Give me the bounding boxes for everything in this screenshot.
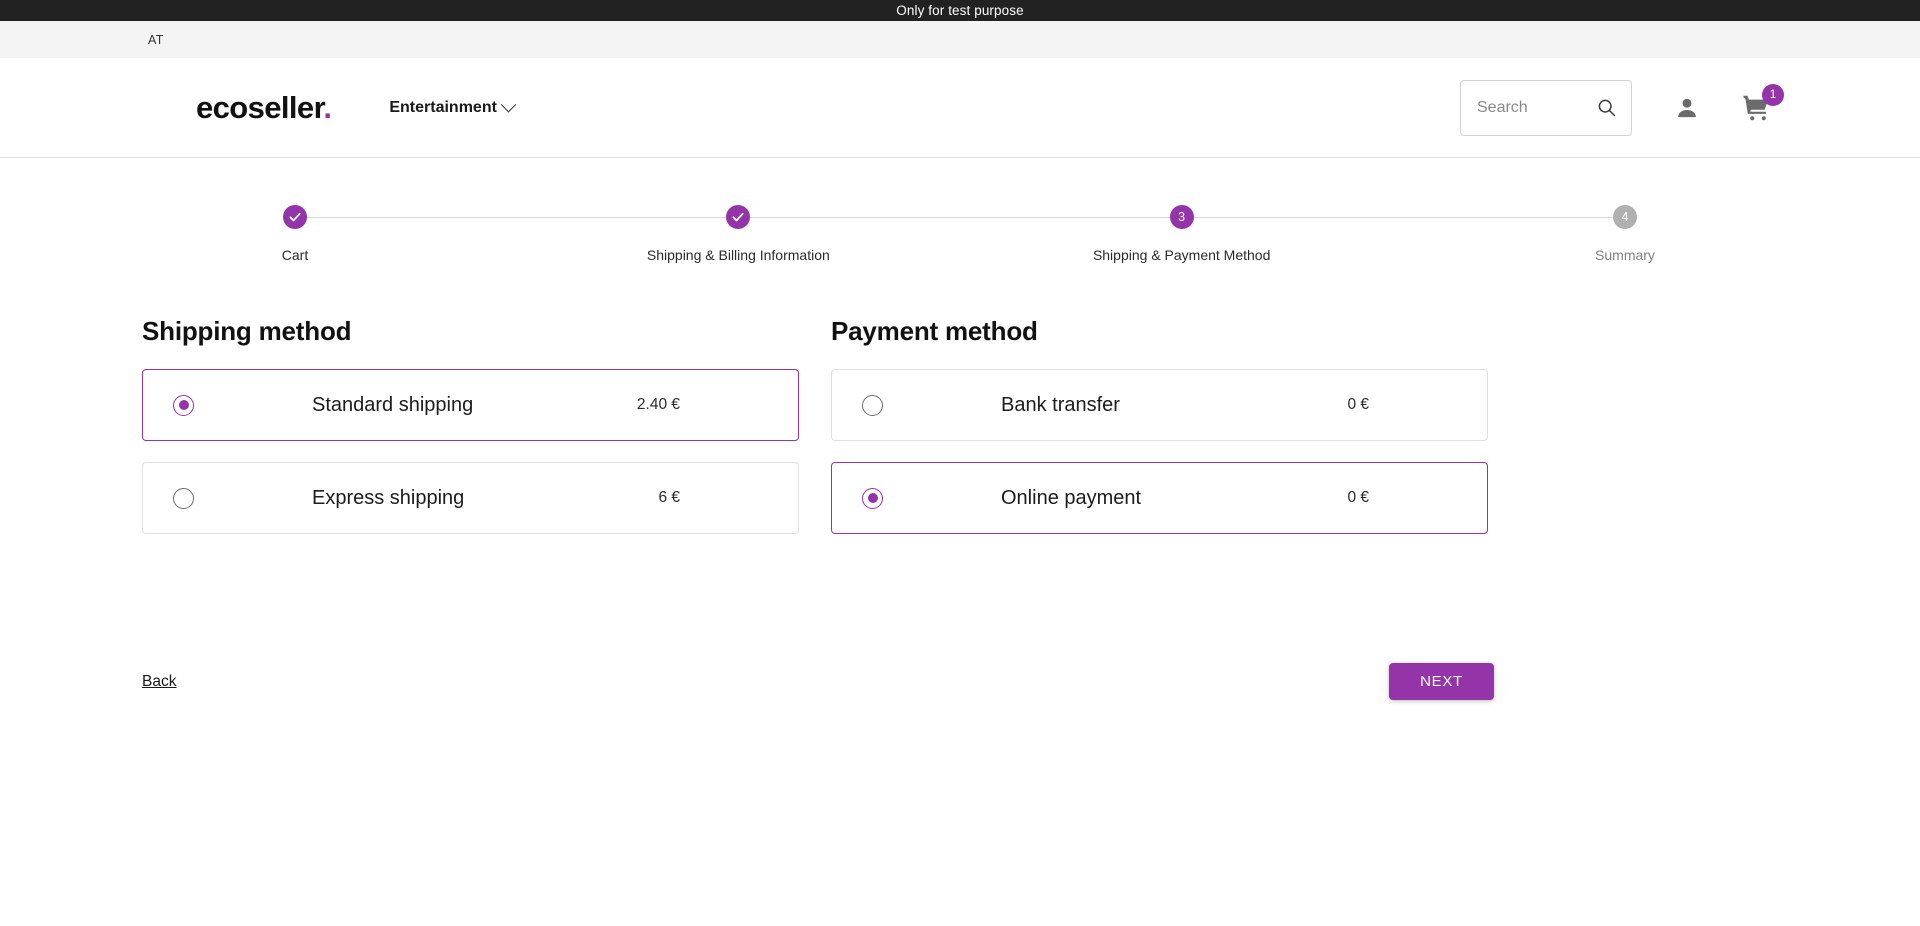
- check-icon: [732, 212, 744, 222]
- payment-option-price: 0 €: [1347, 489, 1369, 506]
- stepper-label-cart: Cart: [281, 247, 309, 263]
- shipping-method-title: Shipping method: [142, 316, 352, 346]
- checkout-stepper: Cart Shipping & Billing Information 3 Sh…: [0, 205, 1920, 263]
- stepper-connector: [1181, 217, 1625, 218]
- shipping-option-express[interactable]: Express shipping 6 €: [142, 462, 799, 534]
- shipping-option-price: 2.40 €: [636, 396, 680, 413]
- payment-option-bank-transfer[interactable]: Bank transfer 0 €: [831, 369, 1488, 441]
- nav-category-label: Entertainment: [389, 98, 497, 116]
- payment-method-title: Payment method: [831, 316, 1038, 346]
- stepper-marker-active: 3: [1169, 205, 1194, 229]
- nav-category-entertainment[interactable]: Entertainment: [389, 96, 517, 117]
- shipping-option-price: 6 €: [658, 489, 680, 506]
- stepper-connector: [295, 217, 739, 218]
- test-banner-text: Only for test purpose: [896, 3, 1024, 18]
- stepper-label-shipping-payment: Shipping & Payment Method: [1092, 247, 1271, 263]
- shipping-option-standard[interactable]: Standard shipping 2.40 €: [142, 369, 799, 441]
- logo-dot: .: [323, 89, 332, 125]
- back-link[interactable]: Back: [142, 673, 176, 691]
- search-input[interactable]: [1477, 98, 1596, 117]
- payment-option-label: Bank transfer: [1001, 393, 1120, 416]
- stepper-marker-upcoming: 4: [1612, 205, 1637, 229]
- stepper-marker-complete: [283, 205, 307, 229]
- checkout-actions: Back NEXT: [0, 663, 1920, 700]
- region-code[interactable]: AT: [148, 33, 164, 47]
- radio-icon[interactable]: [862, 487, 883, 509]
- payment-option-label: Online payment: [1001, 486, 1142, 509]
- cart-count-badge: 1: [1762, 83, 1784, 106]
- shipping-option-label: Express shipping: [312, 486, 465, 509]
- check-icon: [289, 212, 301, 222]
- header-actions: 1: [1460, 79, 1784, 136]
- next-button[interactable]: NEXT: [1389, 663, 1494, 700]
- stepper-connector: [738, 217, 1182, 218]
- radio-icon[interactable]: [173, 394, 194, 416]
- radio-icon[interactable]: [862, 394, 883, 416]
- test-purpose-banner: Only for test purpose: [0, 0, 1920, 21]
- region-strip: AT: [0, 21, 1920, 58]
- payment-option-price: 0 €: [1347, 396, 1369, 413]
- site-logo[interactable]: ecoseller.: [196, 89, 332, 126]
- site-header: ecoseller. Entertainment 1: [0, 58, 1920, 158]
- logo-text: ecoseller: [196, 89, 324, 125]
- checkout-content: Shipping method Standard shipping 2.40 €…: [0, 316, 1920, 555]
- person-icon[interactable]: [1674, 95, 1700, 121]
- payment-method-section: Payment method Bank transfer 0 € Online …: [831, 316, 1488, 555]
- shipping-method-section: Shipping method Standard shipping 2.40 €…: [142, 316, 799, 555]
- search-box[interactable]: [1460, 79, 1632, 136]
- search-icon[interactable]: [1596, 97, 1617, 118]
- cart-button[interactable]: 1: [1742, 83, 1784, 123]
- stepper-marker-complete: [726, 205, 751, 229]
- stepper-label-summary: Summary: [1595, 247, 1655, 263]
- radio-icon[interactable]: [173, 487, 194, 509]
- stepper-label-shipping-billing: Shipping & Billing Information: [646, 247, 830, 263]
- payment-option-online-payment[interactable]: Online payment 0 €: [831, 462, 1488, 534]
- shipping-option-label: Standard shipping: [312, 393, 474, 416]
- chevron-down-icon: [500, 96, 517, 113]
